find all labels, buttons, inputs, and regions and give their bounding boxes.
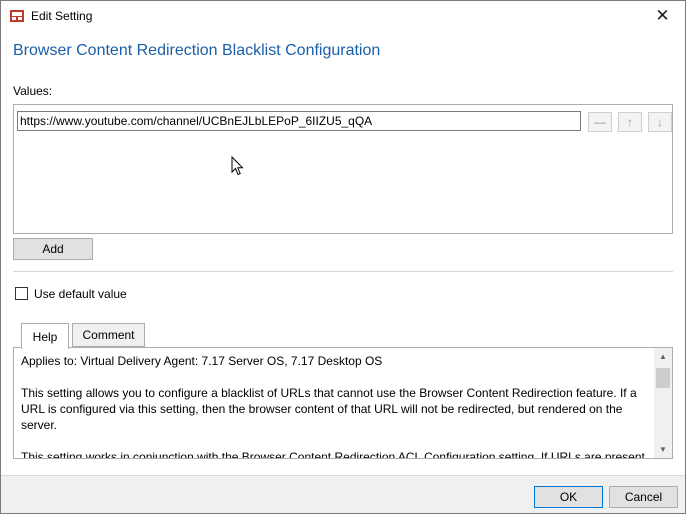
- close-icon[interactable]: ✕: [640, 1, 685, 31]
- dialog-footer: OK Cancel: [1, 475, 685, 513]
- help-paragraph: This setting works in conjunction with t…: [21, 450, 645, 458]
- help-scrollbar[interactable]: ▲ ▼: [654, 348, 672, 458]
- values-label: Values:: [13, 84, 53, 98]
- scroll-up-icon[interactable]: ▲: [654, 348, 672, 365]
- scroll-down-icon[interactable]: ▼: [654, 441, 672, 458]
- value-input[interactable]: [17, 111, 581, 131]
- help-paragraph: Applies to: Virtual Delivery Agent: 7.17…: [21, 354, 383, 368]
- scroll-thumb[interactable]: [656, 368, 670, 388]
- remove-value-button[interactable]: —: [588, 112, 612, 132]
- mouse-pointer-icon: [231, 156, 244, 176]
- tab-help[interactable]: Help: [21, 323, 69, 349]
- move-down-button[interactable]: ↓: [648, 112, 672, 132]
- help-content: Applies to: Virtual Delivery Agent: 7.17…: [14, 348, 654, 458]
- add-button[interactable]: Add: [13, 238, 93, 260]
- ok-button[interactable]: OK: [534, 486, 603, 508]
- divider: [13, 271, 673, 272]
- help-panel: Applies to: Virtual Delivery Agent: 7.17…: [13, 347, 673, 459]
- window-title: Edit Setting: [31, 9, 93, 23]
- settings-app-icon: [9, 8, 25, 24]
- use-default-checkbox[interactable]: [15, 287, 28, 300]
- page-title: Browser Content Redirection Blacklist Co…: [13, 42, 381, 59]
- title-bar: Edit Setting ✕: [1, 1, 685, 31]
- edit-setting-dialog: Edit Setting ✕ Browser Content Redirecti…: [0, 0, 686, 514]
- help-paragraph: This setting allows you to configure a b…: [21, 386, 637, 432]
- values-list: — ↑ ↓: [13, 104, 673, 234]
- move-up-button[interactable]: ↑: [618, 112, 642, 132]
- tab-comment[interactable]: Comment: [72, 323, 145, 347]
- cancel-button[interactable]: Cancel: [609, 486, 678, 508]
- use-default-label[interactable]: Use default value: [34, 287, 127, 301]
